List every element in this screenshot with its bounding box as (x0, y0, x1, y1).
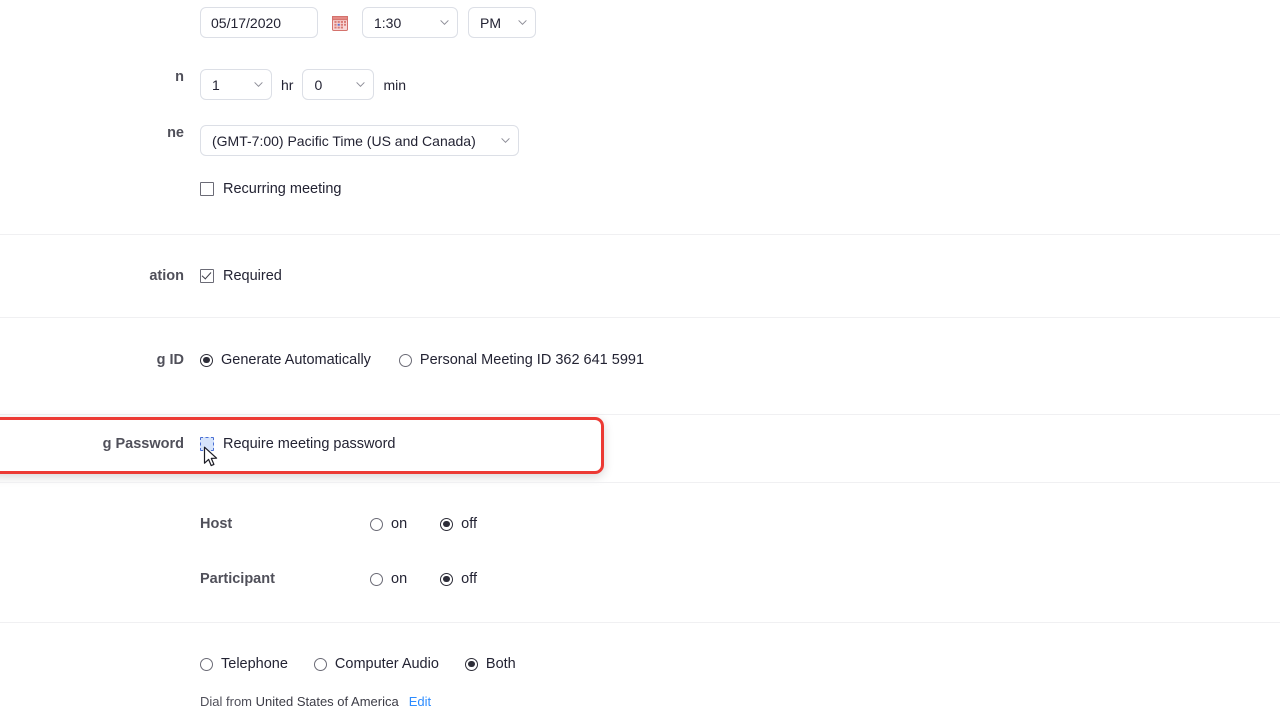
chevron-down-icon (501, 136, 510, 145)
meeting-id-option-label: Generate Automatically (221, 352, 371, 368)
row-registration-label: ation (149, 268, 184, 284)
row-timezone-field: (GMT-7:00) Pacific Time (US and Canada) … (200, 125, 1280, 197)
calendar-icon[interactable] (332, 15, 348, 31)
row-duration: n 1 hr 0 min (0, 69, 1280, 100)
video-host-option-off[interactable]: off (440, 516, 477, 532)
radio-button (200, 353, 213, 367)
require-meeting-password-label: Require meeting password (223, 436, 396, 452)
row-meeting-password-label: g Password (102, 436, 184, 452)
audio-option-both[interactable]: Both (464, 656, 516, 672)
duration-hours-select[interactable]: 1 (200, 69, 272, 100)
row-meeting-password-field: Require meeting password (200, 436, 1280, 452)
dial-from-edit-link[interactable]: Edit (409, 694, 431, 709)
duration-hours-value: 1 (212, 76, 220, 93)
duration-minutes-unit: min (383, 76, 407, 93)
video-host-option-on[interactable]: on (370, 516, 407, 532)
row-meeting-id-label: g ID (156, 352, 184, 368)
radio-button (398, 353, 412, 367)
dial-from-country: United States of America (255, 694, 399, 709)
timezone-select[interactable]: (GMT-7:00) Pacific Time (US and Canada) (200, 125, 519, 156)
chevron-down-icon (254, 80, 263, 89)
meeting-id-option-personal[interactable]: Personal Meeting ID 362 641 5991 (398, 352, 645, 368)
meridiem-select[interactable]: PM (468, 7, 536, 38)
row-duration-field: 1 hr 0 min (200, 69, 1280, 100)
row-video-participant: Participant on off (0, 571, 1280, 587)
checkbox-box (200, 269, 214, 283)
radio-button (370, 517, 383, 531)
row-meeting-id: g ID Generate Automatically Personal Mee… (0, 352, 1280, 368)
row-when: 1:30 PM (0, 7, 1280, 38)
row-timezone-label: ne (167, 125, 184, 141)
row-when-field: 1:30 PM (200, 7, 1280, 38)
dial-from-prefix: Dial from (200, 694, 256, 709)
registration-required-checkbox[interactable]: Required (200, 268, 282, 284)
row-video-participant-field: Participant on off (200, 571, 1280, 587)
recurring-meeting-label: Recurring meeting (223, 181, 342, 197)
section-divider (0, 482, 1280, 483)
time-select-value: 1:30 (374, 14, 402, 31)
video-host-label: Host (200, 516, 233, 532)
video-participant-option-on[interactable]: on (370, 571, 407, 587)
video-participant-option-off[interactable]: off (440, 571, 477, 587)
row-audio-field: Telephone Computer Audio Both Dial from … (200, 656, 1280, 709)
section-divider (0, 414, 1280, 415)
radio-button (464, 657, 478, 671)
duration-minutes-value: 0 (314, 76, 323, 93)
audio-option-computer-audio[interactable]: Computer Audio (313, 656, 439, 672)
audio-option-label: Telephone (221, 656, 288, 672)
recurring-meeting-checkbox[interactable]: Recurring meeting (200, 181, 1280, 197)
meeting-id-option-generate[interactable]: Generate Automatically (200, 352, 371, 368)
row-meeting-id-field: Generate Automatically Personal Meeting … (200, 352, 1280, 368)
require-meeting-password-checkbox[interactable]: Require meeting password (200, 436, 395, 452)
chevron-down-icon (356, 80, 366, 89)
radio-button (200, 657, 213, 671)
audio-option-label: Computer Audio (334, 656, 439, 672)
dial-from-note: Dial from United States of America Edit (200, 694, 1280, 709)
section-divider (0, 317, 1280, 318)
video-participant-label: Participant (200, 571, 275, 587)
time-select[interactable]: 1:30 (362, 7, 458, 38)
chevron-down-icon (518, 18, 527, 27)
checkbox-box (200, 182, 214, 196)
row-video-host-field: Host on off (200, 516, 1280, 532)
audio-option-label: Both (485, 656, 516, 672)
registration-required-label: Required (223, 268, 282, 284)
video-host-option-label: on (391, 516, 408, 532)
row-registration: ation Required (0, 268, 1280, 284)
audio-options: Telephone Computer Audio Both (200, 656, 1280, 672)
row-duration-label: n (175, 69, 184, 85)
section-divider (0, 622, 1280, 623)
timezone-select-value: (GMT-7:00) Pacific Time (US and Canada) (212, 132, 476, 149)
checkbox-box (200, 437, 214, 451)
video-host-option-label: off (461, 516, 477, 532)
radio-button (440, 517, 454, 531)
video-participant-option-label: off (461, 571, 477, 587)
meeting-id-option-label: Personal Meeting ID 362 641 5991 (419, 352, 645, 368)
row-video-host: Host on off (0, 516, 1280, 532)
schedule-meeting-form: 1:30 PM n 1 hr 0 (0, 0, 1280, 720)
row-timezone: ne (GMT-7:00) Pacific Time (US and Canad… (0, 125, 1280, 197)
duration-hours-unit: hr (281, 76, 294, 93)
meridiem-select-value: PM (480, 14, 501, 31)
row-audio: Telephone Computer Audio Both Dial from … (0, 656, 1280, 709)
radio-button (440, 572, 454, 586)
radio-button (370, 572, 383, 586)
chevron-down-icon (440, 18, 449, 27)
radio-button (313, 657, 327, 671)
row-registration-field: Required (200, 268, 1280, 284)
row-meeting-password: g Password Require meeting password (0, 436, 1280, 452)
duration-minutes-select[interactable]: 0 (302, 69, 375, 100)
date-input[interactable] (200, 7, 318, 38)
video-participant-option-label: on (391, 571, 408, 587)
audio-option-telephone[interactable]: Telephone (200, 656, 288, 672)
section-divider (0, 234, 1280, 235)
